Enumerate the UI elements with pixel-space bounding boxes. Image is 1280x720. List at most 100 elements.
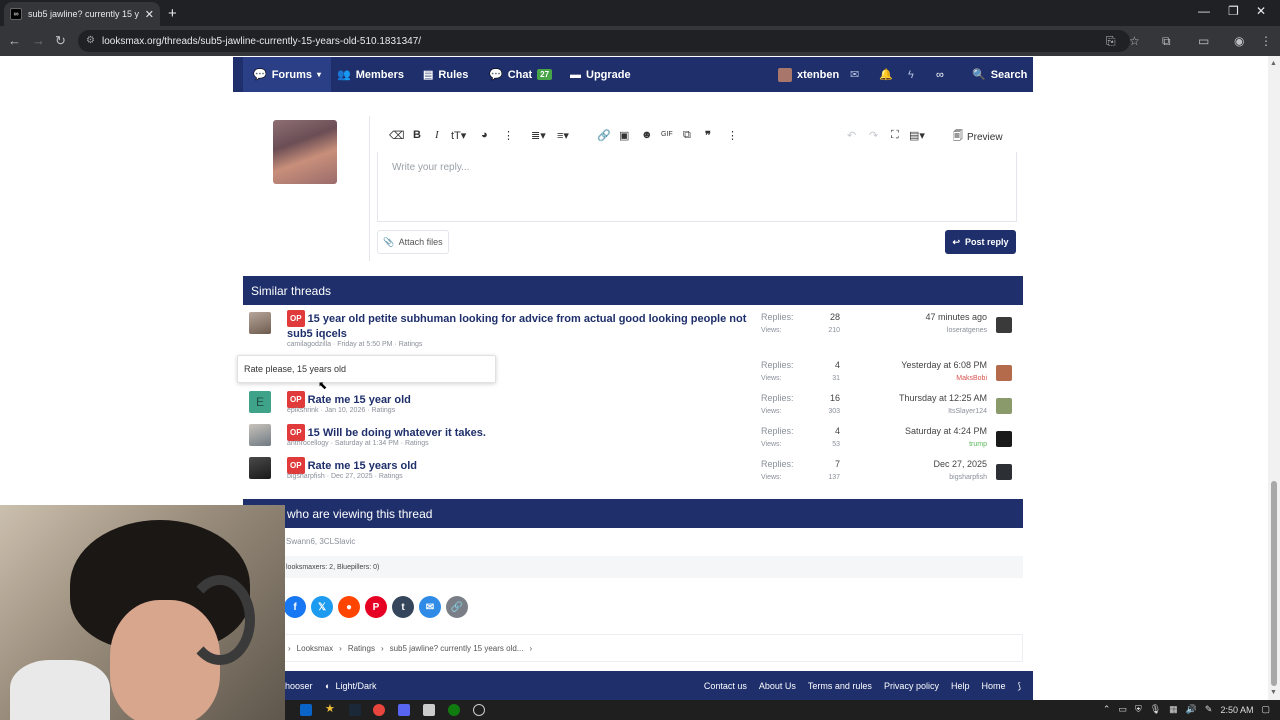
avatar[interactable]: E: [249, 391, 271, 413]
calculator-icon[interactable]: [423, 704, 435, 716]
breadcrumb-item[interactable]: sub5 jawline? currently 15 years old...: [390, 644, 524, 653]
site-info-icon[interactable]: ⚙: [86, 35, 95, 46]
avatar[interactable]: [996, 317, 1012, 333]
nav-rules[interactable]: ▤ Rules: [423, 57, 468, 92]
avatar[interactable]: [249, 424, 271, 446]
thread-title[interactable]: OP Rate me 15 years old: [287, 457, 757, 474]
install-icon[interactable]: ⎘: [1106, 34, 1116, 49]
style-chooser[interactable]: hooser: [285, 681, 313, 691]
clock-time[interactable]: 2:50 AM: [1220, 705, 1253, 715]
eraser-icon[interactable]: ⌫: [389, 129, 405, 142]
footer-link[interactable]: Help: [951, 681, 970, 692]
last-post-time[interactable]: Yesterday at 6:08 PM: [901, 360, 987, 370]
nav-members[interactable]: 👥 Members: [337, 57, 404, 92]
palette-icon[interactable]: ◕: [481, 129, 488, 141]
nav-upgrade[interactable]: ▬ Upgrade: [570, 57, 631, 92]
chevron-up-icon[interactable]: ⌃: [1103, 704, 1111, 715]
last-post-user[interactable]: trump: [969, 441, 987, 448]
link-icon[interactable]: 🔗: [446, 596, 468, 618]
link-icon[interactable]: 🔗: [597, 129, 611, 142]
nav-user-account[interactable]: xtenben: [778, 57, 839, 92]
scrollbar-thumb[interactable]: [1271, 481, 1277, 686]
network-icon[interactable]: ▦: [1169, 704, 1178, 715]
post-reply-button[interactable]: ↩ Post reply: [945, 230, 1016, 254]
attach-files-button[interactable]: 📎 Attach files: [377, 230, 449, 254]
url-input[interactable]: ⚙ looksmax.org/threads/sub5-jawline-curr…: [78, 30, 1130, 52]
font-size-icon[interactable]: tT▾: [451, 129, 466, 142]
redo-icon[interactable]: ↷: [869, 129, 878, 142]
avatar[interactable]: [996, 398, 1012, 414]
xbox-icon[interactable]: [448, 704, 460, 716]
menu-icon[interactable]: ⋮: [1260, 34, 1272, 48]
reload-icon[interactable]: ↻: [55, 33, 66, 49]
tumblr-icon[interactable]: t: [392, 596, 414, 618]
close-window-icon[interactable]: ✕: [1256, 4, 1266, 18]
last-post-user[interactable]: ItsSlayer124: [948, 408, 987, 415]
thread-title[interactable]: OP 15 Will be doing whatever it takes.: [287, 424, 757, 441]
thread-title[interactable]: OP 15 year old petite subhuman looking fo…: [287, 310, 757, 342]
display-icon[interactable]: ▭: [1118, 704, 1127, 715]
reddit-icon[interactable]: ●: [338, 596, 360, 618]
nav-forums[interactable]: 💬 Forums ▾: [243, 57, 332, 92]
avatar[interactable]: [249, 457, 271, 479]
back-icon[interactable]: ←: [8, 33, 21, 48]
infinity-icon[interactable]: ∞: [936, 57, 944, 92]
more-options-icon[interactable]: ⋮: [503, 129, 514, 142]
chevron-down-icon[interactable]: ▾: [317, 70, 321, 79]
thread-title[interactable]: OP Rate me 15 year old: [287, 391, 757, 408]
extensions-icon[interactable]: ⧉: [1162, 34, 1171, 49]
steam-icon[interactable]: [349, 704, 361, 716]
drafts-icon[interactable]: ▤▾: [909, 129, 925, 142]
viewing-users[interactable]: Swann6, 3CLSlavic: [286, 537, 355, 546]
footer-link[interactable]: Home: [981, 681, 1005, 692]
nav-chat[interactable]: 💬 Chat 27: [489, 57, 553, 92]
preview-button[interactable]: 🗐 Preview: [953, 129, 1003, 146]
sidebar-icon[interactable]: ▭: [1198, 34, 1209, 48]
pen-icon[interactable]: ✎: [1205, 704, 1213, 715]
discord-icon[interactable]: [398, 704, 410, 716]
forward-icon[interactable]: →: [32, 33, 45, 48]
footer-link[interactable]: Contact us: [704, 681, 747, 692]
smiley-icon[interactable]: ☻: [641, 129, 653, 141]
last-post-time[interactable]: Saturday at 4:24 PM: [905, 426, 987, 436]
outlook-icon[interactable]: [300, 704, 312, 716]
star-app-icon[interactable]: ★: [325, 702, 337, 715]
microphone-icon[interactable]: 🎙: [1150, 704, 1161, 715]
image-icon[interactable]: ▣: [619, 129, 629, 142]
nav-search[interactable]: 🔍 Search: [972, 57, 1027, 92]
footer-link[interactable]: Terms and rules: [808, 681, 872, 692]
footer-link[interactable]: About Us: [759, 681, 796, 692]
align-icon[interactable]: ≡▾: [557, 129, 569, 142]
gif-icon[interactable]: GIF: [661, 131, 673, 138]
twitter-icon[interactable]: 𝕏: [311, 596, 333, 618]
scroll-down-icon[interactable]: ▼: [1270, 689, 1277, 696]
bookmark-star-icon[interactable]: ☆: [1129, 34, 1140, 48]
facebook-icon[interactable]: f: [284, 596, 306, 618]
bolt-icon[interactable]: ϟ: [908, 57, 914, 92]
avatar[interactable]: [996, 431, 1012, 447]
reply-textarea[interactable]: Write your reply...: [377, 152, 1017, 222]
notifications-icon[interactable]: ▢: [1261, 704, 1270, 715]
new-tab-icon[interactable]: +: [168, 5, 177, 22]
close-tab-icon[interactable]: ✕: [145, 8, 154, 21]
page-scrollbar[interactable]: ▲ ▼: [1268, 56, 1280, 700]
more-insert-icon[interactable]: ⋮: [727, 129, 738, 142]
envelope-icon[interactable]: ✉: [850, 57, 859, 92]
breadcrumb-item[interactable]: Ratings: [348, 644, 375, 653]
browser-tab[interactable]: ∞ sub5 jawline? currently 15 year ✕: [4, 2, 160, 26]
fullscreen-icon[interactable]: ⛶: [891, 129, 899, 142]
last-post-user[interactable]: bigsharpfish: [949, 474, 987, 481]
pinterest-icon[interactable]: P: [365, 596, 387, 618]
quote-icon[interactable]: ❞: [705, 129, 711, 142]
last-post-time[interactable]: Dec 27, 2025: [933, 459, 987, 469]
scroll-up-icon[interactable]: ▲: [1270, 60, 1277, 67]
bell-icon[interactable]: 🔔: [879, 57, 893, 92]
minimize-icon[interactable]: —: [1198, 4, 1210, 18]
last-post-time[interactable]: Thursday at 12:25 AM: [899, 393, 987, 403]
last-post-time[interactable]: 47 minutes ago: [925, 312, 987, 322]
media-icon[interactable]: ⧉: [683, 129, 691, 142]
volume-icon[interactable]: 🔊: [1186, 704, 1197, 715]
italic-icon[interactable]: I: [435, 129, 439, 141]
shield-icon[interactable]: ⛨: [1135, 704, 1142, 715]
avatar[interactable]: [996, 365, 1012, 381]
